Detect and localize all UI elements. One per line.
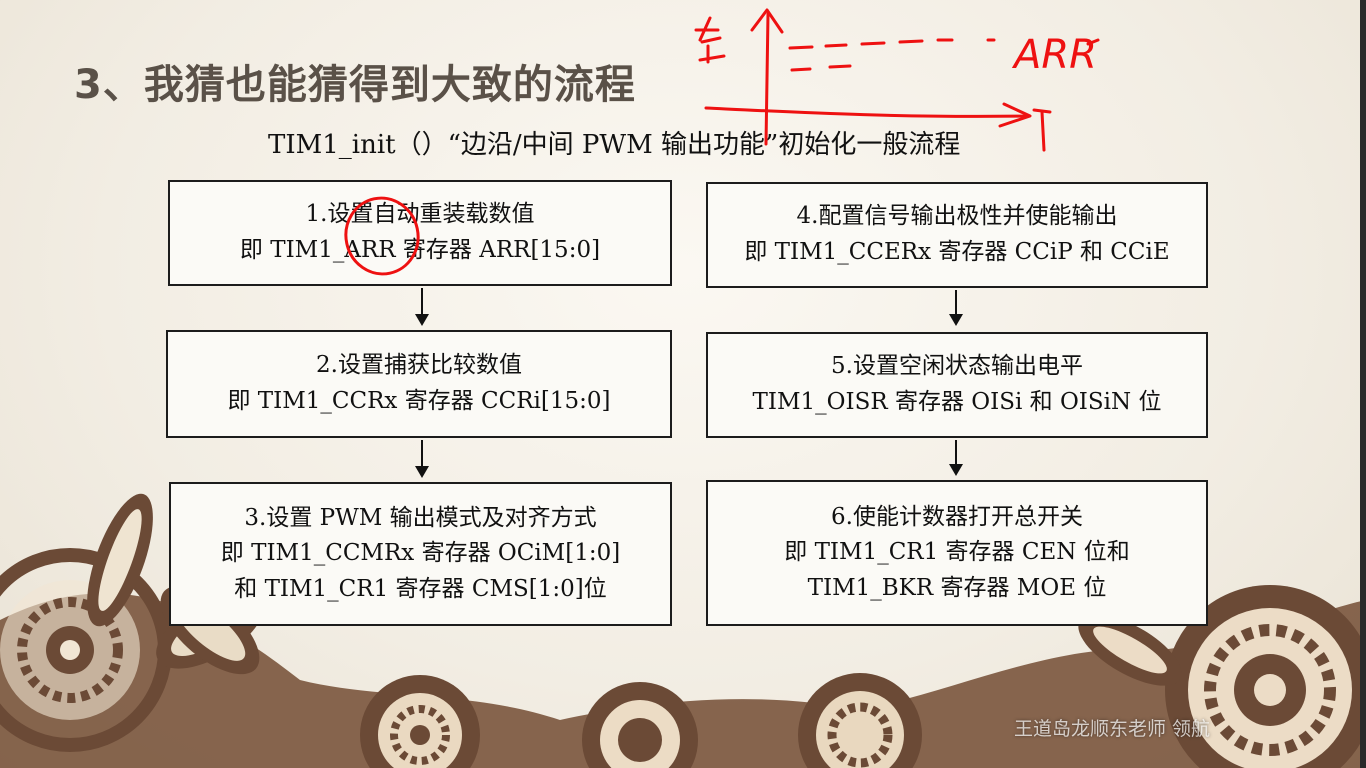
step-4-box: 4.配置信号输出极性并使能输出 即 TIM1_CCERx 寄存器 CCiP 和 … [706, 182, 1208, 288]
step-4-title: 4.配置信号输出极性并使能输出 [796, 203, 1118, 230]
watermark-text: 王道岛龙顺东老师 领航 [1014, 718, 1211, 740]
step-3-box: 3.设置 PWM 输出模式及对齐方式 即 TIM1_CCMRx 寄存器 OCiM… [169, 482, 672, 626]
arrow-5-6 [949, 440, 963, 476]
step-2-detail: 即 TIM1_CCRx 寄存器 CCRi[15:0] [227, 388, 611, 414]
arrow-4-5 [949, 290, 963, 326]
step-5-detail: TIM1_OISR 寄存器 OISi 和 OISiN 位 [752, 389, 1162, 415]
step-5-title: 5.设置空闲状态输出电平 [831, 353, 1083, 380]
step-6-title: 6.使能计数器打开总开关 [831, 503, 1083, 530]
step-5-box: 5.设置空闲状态输出电平 TIM1_OISR 寄存器 OISi 和 OISiN … [706, 332, 1208, 438]
step-3-detail: 即 TIM1_CCMRx 寄存器 OCiM[1:0] [220, 540, 621, 567]
step-6-box: 6.使能计数器打开总开关 即 TIM1_CR1 寄存器 CEN 位和 TIM1_… [706, 480, 1208, 626]
arrow-1-2 [415, 288, 429, 326]
step-2-title: 2.设置捕获比较数值 [316, 352, 522, 379]
step-6-detail-2: TIM1_BKR 寄存器 MOE 位 [807, 574, 1107, 601]
arrow-2-3 [415, 440, 429, 478]
step-2-box: 2.设置捕获比较数值 即 TIM1_CCRx 寄存器 CCRi[15:0] [166, 330, 672, 438]
step-3-detail-2: 和 TIM1_CR1 寄存器 CMS[1:0]位 [234, 575, 607, 602]
step-3-title: 3.设置 PWM 输出模式及对齐方式 [244, 504, 597, 531]
slide: 3、我猜也能猜得到大致的流程 TIM1_init（）“边沿/中间 PWM 输出功… [0, 0, 1366, 768]
step-6-detail: 即 TIM1_CR1 寄存器 CEN 位和 [784, 539, 1130, 566]
step-1-detail: 即 TIM1_ARR 寄存器 ARR[15:0] [239, 237, 601, 263]
window-edge [1360, 0, 1366, 768]
step-1-box: 1.设置自动重装载数值 即 TIM1_ARR 寄存器 ARR[15:0] [168, 180, 672, 286]
step-1-title: 1.设置自动重装载数值 [305, 201, 535, 228]
step-4-detail: 即 TIM1_CCERx 寄存器 CCiP 和 CCiE [744, 239, 1170, 265]
